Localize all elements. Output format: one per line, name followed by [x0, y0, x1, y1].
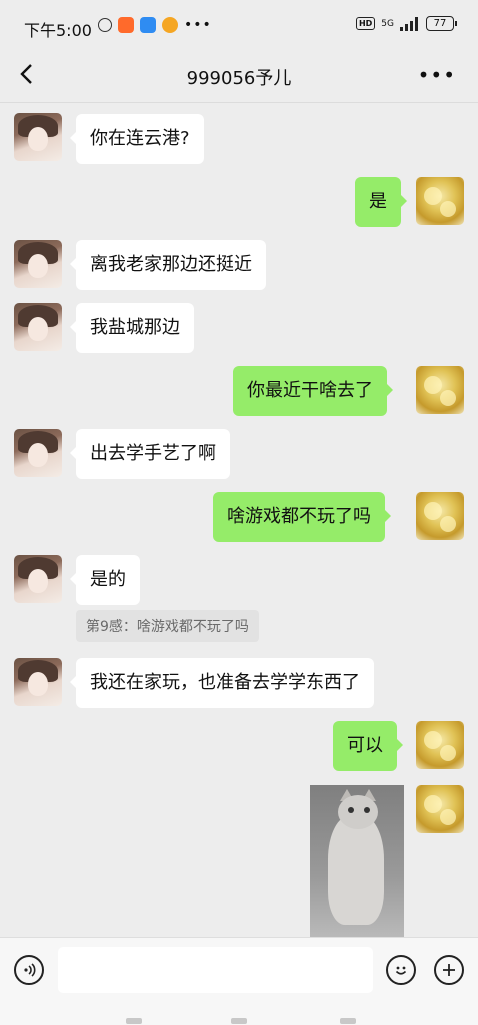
incoming-message[interactable]: 是的: [70, 555, 140, 605]
my-avatar[interactable]: [416, 492, 464, 540]
system-icons: HD 5G 77: [355, 16, 457, 31]
contact-avatar[interactable]: [14, 240, 62, 288]
my-avatar[interactable]: [416, 721, 464, 769]
signal-icon: [400, 16, 418, 31]
incoming-message[interactable]: 你在连云港?: [70, 114, 204, 164]
plus-icon[interactable]: [434, 955, 464, 985]
cat-photo-message[interactable]: [310, 785, 404, 937]
contact-avatar[interactable]: [14, 429, 62, 477]
contact-avatar[interactable]: [14, 303, 62, 351]
status-bar: 下午5:00 ••• HD 5G 77: [0, 0, 478, 52]
status-time: 下午5:00: [24, 21, 92, 40]
contact-avatar[interactable]: [14, 113, 62, 161]
input-bar: [0, 937, 478, 1025]
voice-icon[interactable]: [14, 955, 44, 985]
outgoing-message[interactable]: 可以: [333, 721, 403, 771]
my-avatar[interactable]: [416, 785, 464, 833]
app-notification-icon: [118, 17, 134, 33]
my-avatar[interactable]: [416, 366, 464, 414]
network-label: 5G: [381, 18, 394, 29]
chat-title: 999056予儿: [186, 68, 292, 89]
contact-avatar[interactable]: [14, 555, 62, 603]
emoji-icon[interactable]: [386, 955, 416, 985]
cloud-icon: [140, 17, 156, 33]
header-divider: [0, 102, 478, 103]
nav-home-icon[interactable]: [231, 1018, 247, 1024]
incoming-message[interactable]: 我还在家玩，也准备去学学东西了: [70, 658, 374, 708]
quoted-reply[interactable]: 第9感：啥游戏都不玩了吗: [76, 610, 259, 642]
mute-icon: [98, 18, 112, 32]
weibo-icon: [162, 17, 178, 33]
more-notifications-icon: •••: [184, 17, 212, 33]
nav-back-icon[interactable]: [340, 1018, 356, 1024]
incoming-message[interactable]: 离我老家那边还挺近: [70, 240, 266, 290]
incoming-message[interactable]: 我盐城那边: [70, 303, 194, 353]
outgoing-message[interactable]: 你最近干啥去了: [233, 366, 393, 416]
nav-menu-icon[interactable]: [126, 1018, 142, 1024]
battery-icon: 77: [426, 16, 457, 31]
outgoing-message[interactable]: 是: [355, 177, 407, 227]
more-options-icon[interactable]: •••: [418, 65, 456, 85]
notification-icons: •••: [98, 17, 212, 33]
contact-avatar[interactable]: [14, 658, 62, 706]
hd-icon: HD: [355, 17, 376, 30]
message-input[interactable]: [58, 947, 373, 993]
outgoing-message[interactable]: 啥游戏都不玩了吗: [213, 492, 391, 542]
my-avatar[interactable]: [416, 177, 464, 225]
incoming-message[interactable]: 出去学手艺了啊: [70, 429, 230, 479]
chat-header: 999056予儿 •••: [0, 52, 478, 102]
